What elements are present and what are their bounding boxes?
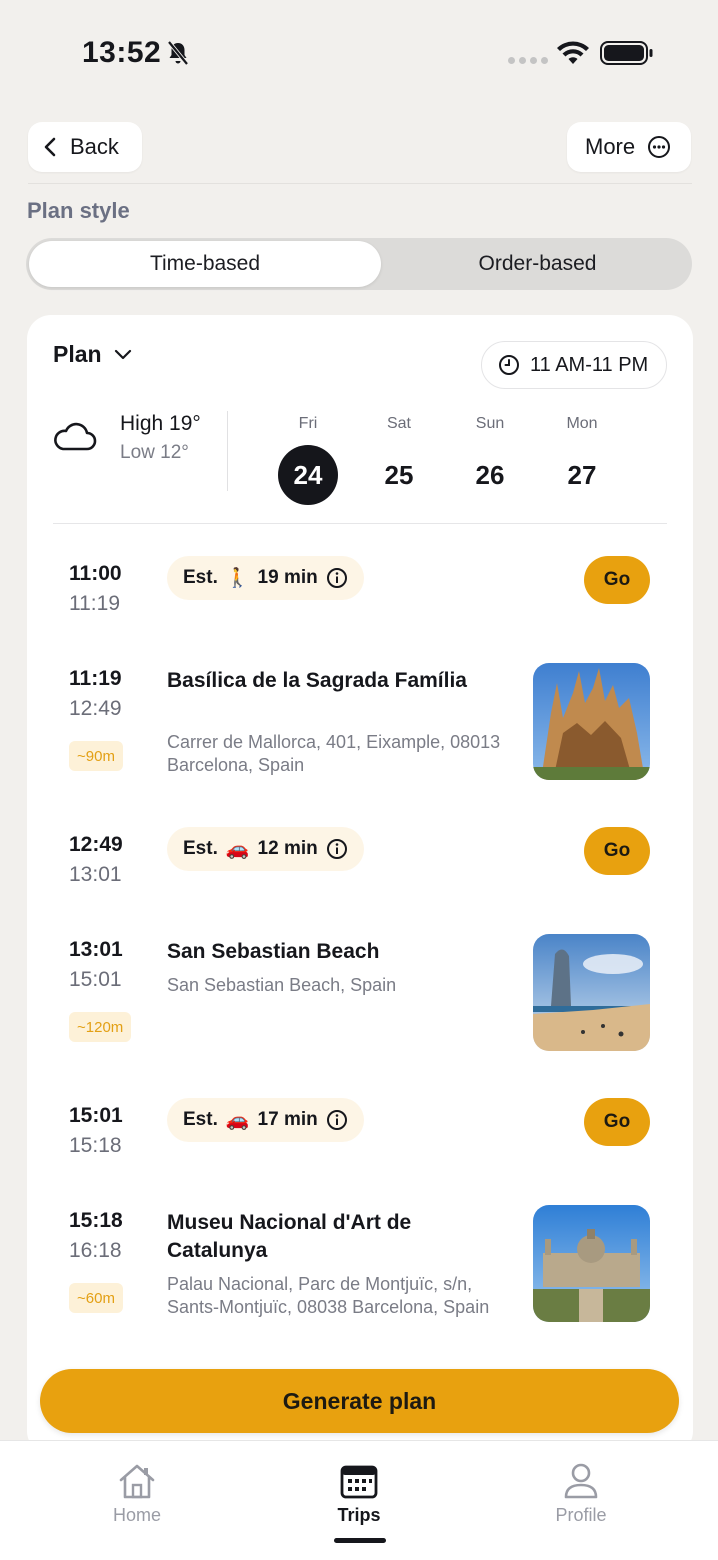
end-time: 13:01 [69, 863, 122, 886]
tab-label: Trips [337, 1505, 381, 1525]
end-time: 11:19 [69, 592, 120, 615]
plan-style-segmented-control: Time-based Order-based [26, 238, 692, 290]
hours-label: 11 AM-11 PM [530, 353, 649, 376]
day-name: Sun [475, 415, 505, 432]
home-icon [119, 1464, 155, 1499]
home-indicator [334, 1538, 386, 1543]
divider [28, 183, 692, 184]
plan-dropdown[interactable]: Plan [53, 341, 132, 368]
divider [227, 411, 228, 491]
day-name: Mon [566, 415, 598, 432]
place-name: Basílica de la Sagrada Família [167, 669, 467, 692]
start-time: 15:01 [69, 1104, 123, 1127]
cloud-icon [54, 422, 97, 451]
chevron-left-icon [44, 137, 56, 157]
segment-order-based[interactable]: Order-based [386, 241, 689, 287]
end-time: 15:01 [69, 968, 122, 991]
start-time: 12:49 [69, 833, 123, 856]
info-icon [326, 1110, 347, 1130]
weather-high: High 19° [120, 412, 201, 435]
day-name: Fri [298, 415, 318, 432]
chevron-down-icon [114, 349, 131, 359]
status-time: 13:52 [82, 36, 162, 69]
start-time: 13:01 [69, 938, 123, 961]
start-time: 11:19 [69, 667, 122, 690]
place-name: San Sebastian Beach [167, 940, 380, 963]
generate-plan-button[interactable]: Generate plan [40, 1369, 679, 1433]
place-photo [533, 663, 650, 780]
walking-icon: 🚶 [225, 568, 250, 589]
day-sun[interactable]: Sun 26 [459, 415, 521, 505]
tab-trips[interactable]: Trips [289, 1441, 429, 1526]
duration-badge: ~90m [69, 741, 123, 771]
status-bar: 13:52 [0, 0, 718, 100]
travel-duration: 19 min [257, 567, 318, 588]
place-name: Museu Nacional d'Art de Catalunya [167, 1211, 412, 1262]
start-time: 15:18 [69, 1209, 123, 1232]
profile-icon [564, 1463, 598, 1499]
more-options-icon [648, 136, 671, 158]
end-time: 12:49 [69, 697, 122, 720]
travel-estimate[interactable]: Est. 🚗 12 min [167, 827, 364, 871]
calendar-icon [340, 1465, 378, 1499]
car-icon: 🚗 [225, 1110, 250, 1131]
day-number: 24 [278, 445, 338, 505]
info-icon [326, 839, 347, 859]
go-button[interactable]: Go [584, 827, 650, 875]
duration-badge: ~60m [69, 1283, 123, 1313]
travel-estimate[interactable]: Est. 🚗 17 min [167, 1098, 364, 1142]
back-button[interactable]: Back [28, 122, 142, 172]
plan-style-label: Plan style [27, 198, 130, 223]
day-sat[interactable]: Sat 25 [368, 415, 430, 505]
est-prefix: Est. [183, 567, 218, 588]
start-time: 11:00 [69, 562, 122, 585]
tab-profile[interactable]: Profile [511, 1441, 651, 1526]
tab-label: Home [112, 1505, 161, 1525]
cellular-signal-icon [508, 57, 548, 64]
day-number: 25 [384, 459, 414, 490]
place-photo [533, 934, 650, 1051]
place-address: Palau Nacional, Parc de Montjuïc, s/n, S… [167, 1274, 490, 1317]
go-button[interactable]: Go [584, 1098, 650, 1146]
end-time: 15:18 [69, 1134, 122, 1157]
weather-low: Low 12° [120, 442, 189, 463]
travel-duration: 12 min [257, 838, 318, 859]
place-photo [533, 1205, 650, 1322]
est-prefix: Est. [183, 1109, 218, 1130]
day-number: 27 [567, 459, 597, 490]
end-time: 16:18 [69, 1239, 122, 1262]
info-icon [326, 568, 347, 588]
plan-dropdown-label: Plan [53, 341, 102, 367]
back-label: Back [70, 134, 119, 159]
tab-home[interactable]: Home [67, 1441, 207, 1526]
day-mon[interactable]: Mon 27 [551, 415, 613, 505]
place-address: San Sebastian Beach, Spain [167, 975, 397, 995]
bell-muted-icon [167, 40, 189, 66]
battery-icon [600, 41, 653, 65]
wifi-icon [557, 41, 589, 64]
plan-card: Plan 11 AM-11 PM High 19° Low 12° Fri 24… [27, 315, 693, 1455]
duration-badge: ~120m [69, 1012, 132, 1042]
place-address: Carrer de Mallorca, 401, Eixample, 08013… [167, 732, 501, 775]
day-number: 26 [475, 459, 505, 490]
go-button[interactable]: Go [584, 556, 650, 604]
day-fri[interactable]: Fri 24 [277, 415, 339, 505]
day-name: Sat [386, 415, 411, 432]
clock-icon [499, 355, 519, 375]
tab-label: Profile [555, 1505, 607, 1525]
travel-duration: 17 min [257, 1109, 318, 1130]
est-prefix: Est. [183, 838, 218, 859]
more-label: More [585, 134, 636, 159]
travel-estimate[interactable]: Est. 🚶 19 min [167, 556, 364, 600]
segment-time-based[interactable]: Time-based [29, 241, 381, 287]
divider [53, 523, 667, 524]
more-button[interactable]: More [567, 122, 691, 172]
hours-selector[interactable]: 11 AM-11 PM [481, 341, 667, 389]
car-icon: 🚗 [225, 839, 250, 860]
